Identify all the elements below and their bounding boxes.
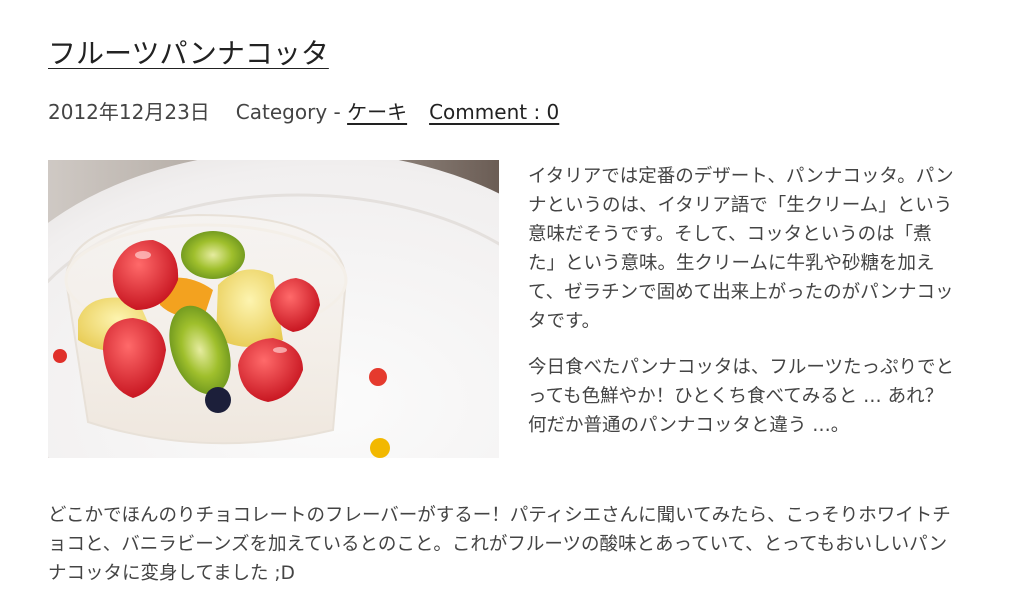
paragraph-2: 今日食べたパンナコッタは、フルーツたっぷりでとっても色鮮やか！ひとくち食べてみる…: [528, 357, 955, 436]
paragraph-3: どこかでほんのりチョコレートのフレーバーがするー！パティシエさんに聞いてみたら、…: [48, 505, 951, 584]
post-body-side: イタリアでは定番のデザート、パンナコッタ。パンナというのは、イタリア語で「生クリ…: [528, 162, 958, 457]
post-title-link[interactable]: フルーツパンナコッタ: [48, 37, 329, 70]
post-date: 2012年12月23日: [48, 100, 210, 124]
post-body-bottom: どこかでほんのりチョコレートのフレーバーがするー！パティシエさんに聞いてみたら、…: [48, 501, 953, 588]
post-title: フルーツパンナコッタ: [48, 36, 329, 72]
category-link[interactable]: ケーキ: [347, 100, 407, 124]
post-meta: 2012年12月23日 Category - ケーキ Comment : 0: [48, 98, 559, 126]
comment-link[interactable]: Comment : 0: [429, 100, 559, 124]
post-photo: [48, 160, 499, 458]
category-prefix: Category -: [235, 100, 348, 124]
paragraph-1: イタリアでは定番のデザート、パンナコッタ。パンナというのは、イタリア語で「生クリ…: [528, 166, 954, 332]
